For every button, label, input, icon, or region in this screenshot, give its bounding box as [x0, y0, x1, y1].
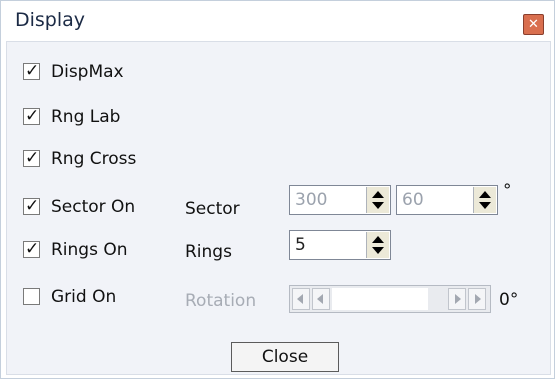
spin-up-icon[interactable] — [479, 191, 491, 198]
spinner-buttons[interactable] — [366, 187, 389, 213]
display-dialog: Display ✕ ✓ DispMax ✓ Rng Lab ✓ Rng Cros… — [0, 0, 555, 379]
arrow-left-icon — [297, 294, 303, 304]
check-icon: ✓ — [25, 239, 40, 259]
slider-next-button[interactable] — [448, 288, 466, 310]
checkbox-box[interactable] — [23, 288, 40, 305]
checkbox-box[interactable]: ✓ — [23, 148, 40, 168]
slider-last-button[interactable] — [468, 288, 486, 310]
rings-value[interactable]: 5 — [295, 232, 306, 258]
check-icon: ✓ — [25, 148, 40, 168]
checkbox-box[interactable]: ✓ — [23, 106, 40, 126]
rotation-value: 0° — [499, 290, 519, 310]
checkbox-label: Rng Cross — [51, 149, 137, 169]
spin-down-icon[interactable] — [372, 247, 384, 254]
check-icon: ✓ — [25, 106, 40, 126]
spinner-buttons[interactable] — [473, 187, 496, 213]
close-button[interactable]: Close — [231, 342, 339, 372]
slider-prev-button[interactable] — [312, 288, 330, 310]
checkbox-box[interactable]: ✓ — [23, 61, 40, 81]
checkbox-label: Rng Lab — [51, 107, 121, 127]
checkbox-label: DispMax — [51, 62, 124, 82]
title-bar: Display ✕ — [1, 1, 554, 41]
rings-label: Rings — [185, 242, 232, 262]
spinner-buttons[interactable] — [366, 232, 389, 258]
sector-label: Sector — [185, 199, 240, 219]
rotation-label: Rotation — [185, 291, 257, 311]
sector-width-value[interactable]: 60 — [402, 187, 424, 213]
sector-width-spinner[interactable]: 60 — [396, 185, 498, 215]
rotation-slider[interactable] — [289, 285, 491, 313]
spin-up-icon[interactable] — [372, 236, 384, 243]
sector-start-spinner[interactable]: 300 — [289, 185, 391, 215]
arrow-right-icon — [475, 294, 481, 304]
checkbox-label: Grid On — [51, 287, 117, 307]
checkbox-label: Rings On — [51, 240, 128, 260]
dialog-content: ✓ DispMax ✓ Rng Lab ✓ Rng Cross ✓ Sector… — [6, 41, 551, 375]
degree-unit: ° — [503, 181, 512, 201]
spin-up-icon[interactable] — [372, 191, 384, 198]
arrow-right-icon — [455, 294, 461, 304]
arrow-left-icon — [317, 294, 323, 304]
checkbox-box[interactable]: ✓ — [23, 196, 40, 216]
checkbox-box[interactable]: ✓ — [23, 239, 40, 259]
slider-first-button[interactable] — [292, 288, 310, 310]
window-title: Display — [15, 9, 86, 31]
sector-start-value[interactable]: 300 — [295, 187, 327, 213]
check-icon: ✓ — [25, 196, 40, 216]
rings-spinner[interactable]: 5 — [289, 230, 391, 260]
check-icon: ✓ — [25, 61, 40, 81]
slider-track[interactable] — [332, 288, 428, 310]
spin-down-icon[interactable] — [372, 202, 384, 209]
close-icon[interactable]: ✕ — [523, 14, 544, 35]
spin-down-icon[interactable] — [479, 202, 491, 209]
checkbox-label: Sector On — [51, 197, 136, 217]
